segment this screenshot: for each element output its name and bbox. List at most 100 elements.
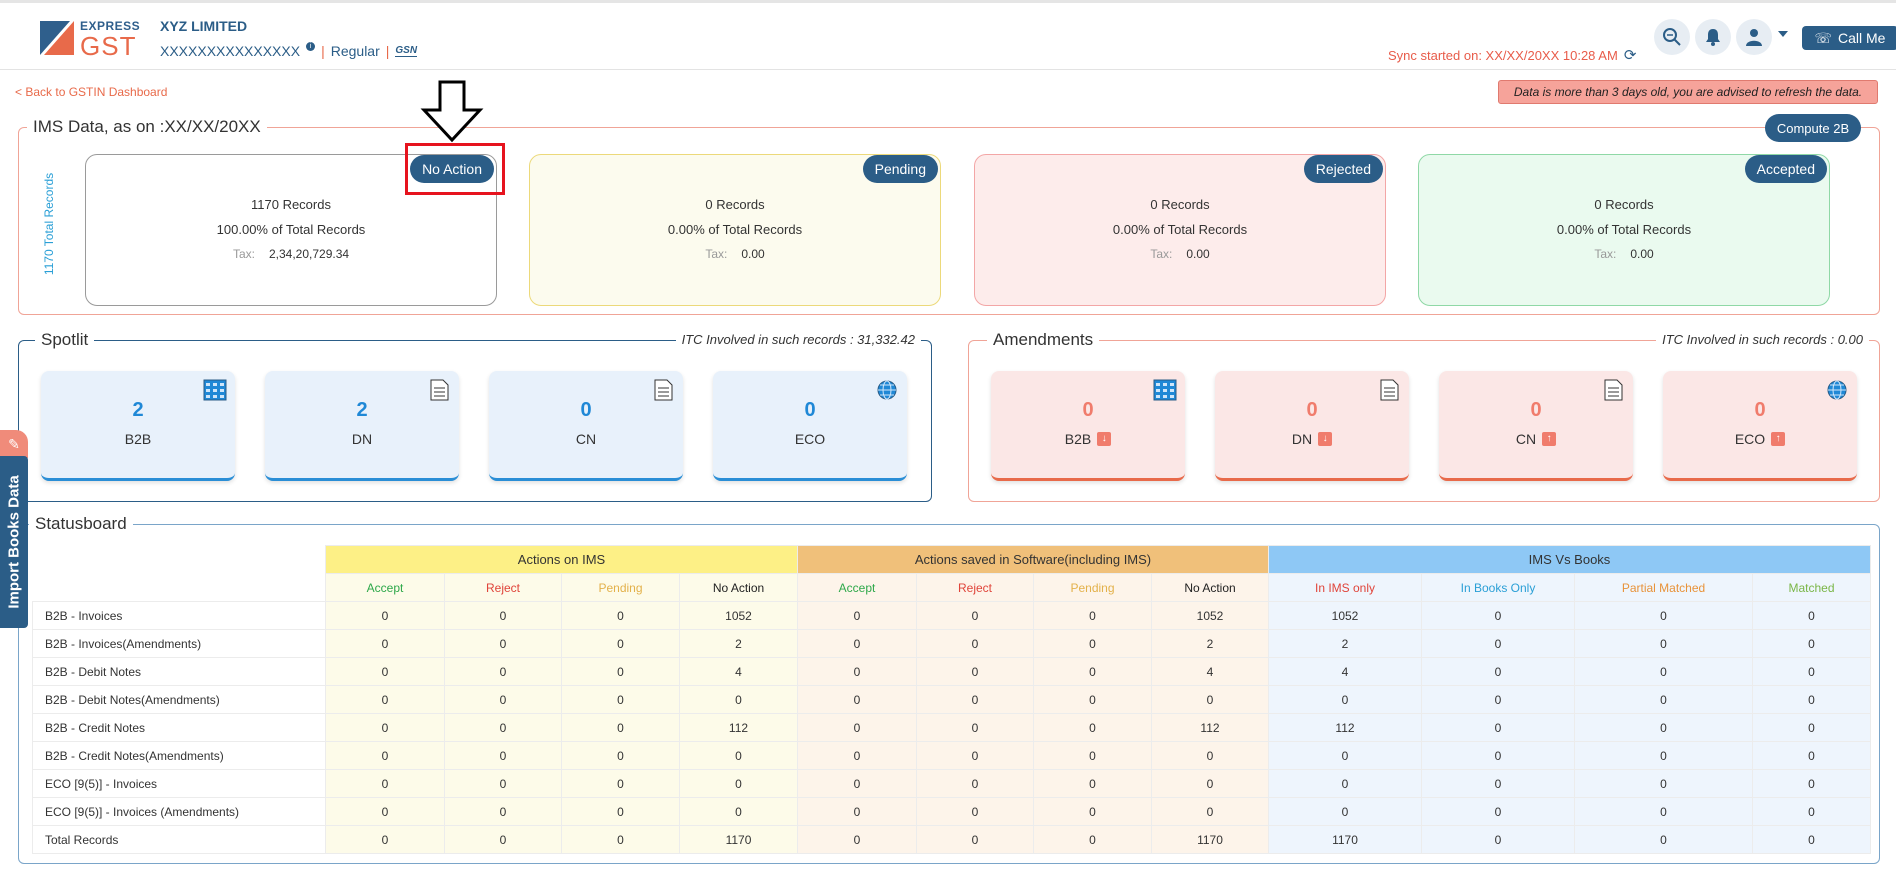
table-cell[interactable]: 0 [444,657,562,686]
table-cell[interactable]: 0 [1033,685,1152,714]
table-cell[interactable]: 2 [1268,629,1422,658]
pending-badge[interactable]: Pending [862,155,938,183]
table-cell[interactable]: 0 [1574,741,1753,770]
table-cell[interactable]: 0 [325,601,445,630]
table-cell[interactable]: 4 [679,657,798,686]
table-cell[interactable]: 0 [1752,713,1871,742]
table-cell[interactable]: 0 [1421,685,1575,714]
table-cell[interactable]: 0 [444,769,562,798]
table-cell[interactable]: 0 [561,741,680,770]
table-cell[interactable]: 0 [444,825,562,854]
notifications-button[interactable] [1695,19,1731,55]
table-cell[interactable]: 0 [561,657,680,686]
table-cell[interactable]: 0 [1033,713,1152,742]
table-cell[interactable]: 0 [1268,769,1422,798]
chevron-down-icon[interactable] [1778,31,1788,37]
table-cell[interactable]: 112 [679,713,798,742]
table-cell[interactable]: 0 [916,741,1034,770]
table-cell[interactable]: 0 [1574,797,1753,826]
table-cell[interactable]: 0 [325,769,445,798]
table-cell[interactable]: 0 [797,769,917,798]
compute-2b-button[interactable]: Compute 2B [1765,114,1861,142]
table-cell[interactable]: 0 [1574,685,1753,714]
table-cell[interactable]: 0 [1574,825,1753,854]
table-cell[interactable]: 0 [444,741,562,770]
table-cell[interactable]: 0 [797,629,917,658]
table-cell[interactable]: 0 [1421,601,1575,630]
table-cell[interactable]: 1170 [1268,825,1422,854]
table-cell[interactable]: 0 [1574,601,1753,630]
table-cell[interactable]: 0 [325,825,445,854]
spotlit-tile-eco[interactable]: 0 ECO [713,371,907,481]
table-cell[interactable]: 0 [916,657,1034,686]
table-cell[interactable]: 0 [444,713,562,742]
table-cell[interactable]: 0 [444,601,562,630]
table-cell[interactable]: 0 [916,713,1034,742]
table-cell[interactable]: 0 [1752,629,1871,658]
table-cell[interactable]: 0 [1033,769,1152,798]
info-icon[interactable]: i [306,41,316,51]
table-cell[interactable]: 0 [797,685,917,714]
table-cell[interactable]: 0 [561,825,680,854]
spotlit-tile-dn[interactable]: 2 DN [265,371,459,481]
table-cell[interactable]: 0 [1574,657,1753,686]
table-cell[interactable]: 0 [325,657,445,686]
table-cell[interactable]: 0 [797,601,917,630]
table-cell[interactable]: 0 [325,713,445,742]
table-cell[interactable]: 0 [1574,713,1753,742]
table-cell[interactable]: 0 [1033,657,1152,686]
table-cell[interactable]: 0 [1268,685,1422,714]
accepted-card[interactable]: Accepted 0 Records 0.00% of Total Record… [1418,154,1830,306]
table-cell[interactable]: 112 [1268,713,1422,742]
table-cell[interactable]: 1052 [1268,601,1422,630]
table-cell[interactable]: 0 [1151,741,1269,770]
refresh-icon[interactable]: ⟳ [1624,46,1637,64]
table-cell[interactable]: 0 [1574,769,1753,798]
table-cell[interactable]: 0 [561,769,680,798]
table-cell[interactable]: 0 [561,797,680,826]
table-cell[interactable]: 0 [797,797,917,826]
table-cell[interactable]: 0 [1033,825,1152,854]
table-cell[interactable]: 0 [444,797,562,826]
accepted-badge[interactable]: Accepted [1744,155,1827,183]
table-cell[interactable]: 0 [916,685,1034,714]
table-cell[interactable]: 0 [1421,657,1575,686]
table-cell[interactable]: 0 [325,797,445,826]
express-gst-logo[interactable]: EXPRESS GST [40,17,140,61]
table-cell[interactable]: 0 [1151,769,1269,798]
table-cell[interactable]: 0 [1151,685,1269,714]
megaphone-icon[interactable]: ✎ [0,430,28,458]
table-cell[interactable]: 0 [1752,601,1871,630]
table-cell[interactable]: 0 [1033,629,1152,658]
table-cell[interactable]: 112 [1151,713,1269,742]
table-cell[interactable]: 0 [916,769,1034,798]
table-cell[interactable]: 0 [1033,797,1152,826]
amendment-tile-b2b[interactable]: 0 B2B ↓ [991,371,1185,481]
table-cell[interactable]: 0 [1752,741,1871,770]
table-cell[interactable]: 0 [1268,797,1422,826]
table-cell[interactable]: 1170 [679,825,798,854]
spotlit-tile-cn[interactable]: 0 CN [489,371,683,481]
table-cell[interactable]: 0 [444,685,562,714]
table-cell[interactable]: 0 [1752,657,1871,686]
table-cell[interactable]: 0 [325,741,445,770]
call-me-button[interactable]: ☏ Call Me [1802,26,1896,50]
table-cell[interactable]: 2 [679,629,798,658]
pending-card[interactable]: Pending 0 Records 0.00% of Total Records… [529,154,941,306]
table-cell[interactable]: 0 [797,657,917,686]
table-cell[interactable]: 0 [679,685,798,714]
table-cell[interactable]: 0 [1421,741,1575,770]
amendment-tile-eco[interactable]: 0 ECO ↑ [1663,371,1857,481]
table-cell[interactable]: 0 [1421,797,1575,826]
amendment-tile-cn[interactable]: 0 CN ↑ [1439,371,1633,481]
table-cell[interactable]: 0 [797,741,917,770]
table-cell[interactable]: 1052 [1151,601,1269,630]
spotlit-tile-b2b[interactable]: 2 B2B [41,371,235,481]
table-cell[interactable]: 1170 [1151,825,1269,854]
table-cell[interactable]: 0 [916,797,1034,826]
table-cell[interactable]: 0 [1421,713,1575,742]
import-books-data-tab[interactable]: Import Books Data [0,456,28,628]
table-cell[interactable]: 0 [679,741,798,770]
table-cell[interactable]: 4 [1151,657,1269,686]
table-cell[interactable]: 0 [916,629,1034,658]
